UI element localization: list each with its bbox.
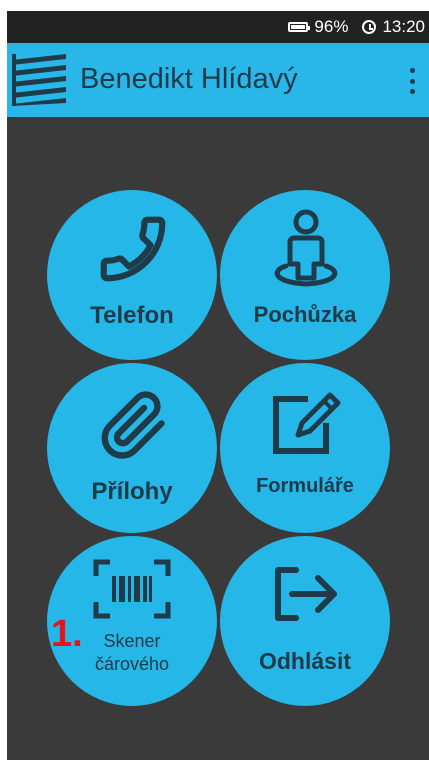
patrol-tile-label: Pochůzka xyxy=(253,302,357,327)
barcode-scanner-label-line2: čárového xyxy=(94,654,170,674)
attachments-tile-label: Přílohy xyxy=(91,478,173,505)
barcode-scanner-icon xyxy=(93,559,171,619)
app-title: Benedikt Hlídavý xyxy=(80,63,298,95)
phone-screen: 96% 13:20 Benedikt Hlídavý Telefon Pochů… xyxy=(7,11,429,760)
logout-tile-label: Odhlásit xyxy=(258,648,351,674)
person-location-icon xyxy=(274,209,338,287)
attachments-tile[interactable]: Přílohy xyxy=(47,363,217,533)
phone-tile-label: Telefon xyxy=(90,302,174,329)
forms-tile-label: Formuláře xyxy=(256,475,354,497)
battery-level: 96% xyxy=(314,17,349,36)
patrol-tile[interactable]: Pochůzka xyxy=(220,190,390,360)
phone-icon xyxy=(100,216,166,282)
logout-icon xyxy=(275,567,337,621)
forms-tile[interactable]: Formuláře xyxy=(220,363,390,533)
app-bar: Benedikt Hlídavý xyxy=(7,43,429,117)
status-time: 13:20 xyxy=(382,17,425,36)
paperclip-icon xyxy=(101,391,165,459)
logo-icon xyxy=(12,54,66,106)
phone-tile[interactable]: Telefon xyxy=(47,190,217,360)
battery-icon xyxy=(288,22,311,32)
annotation-marker: 1. xyxy=(51,613,83,655)
edit-form-icon xyxy=(273,392,341,454)
logout-tile[interactable]: Odhlásit xyxy=(220,536,390,706)
status-bar: 96% 13:20 xyxy=(7,11,429,43)
overflow-menu-icon[interactable] xyxy=(409,68,415,94)
clock-icon xyxy=(362,20,377,34)
